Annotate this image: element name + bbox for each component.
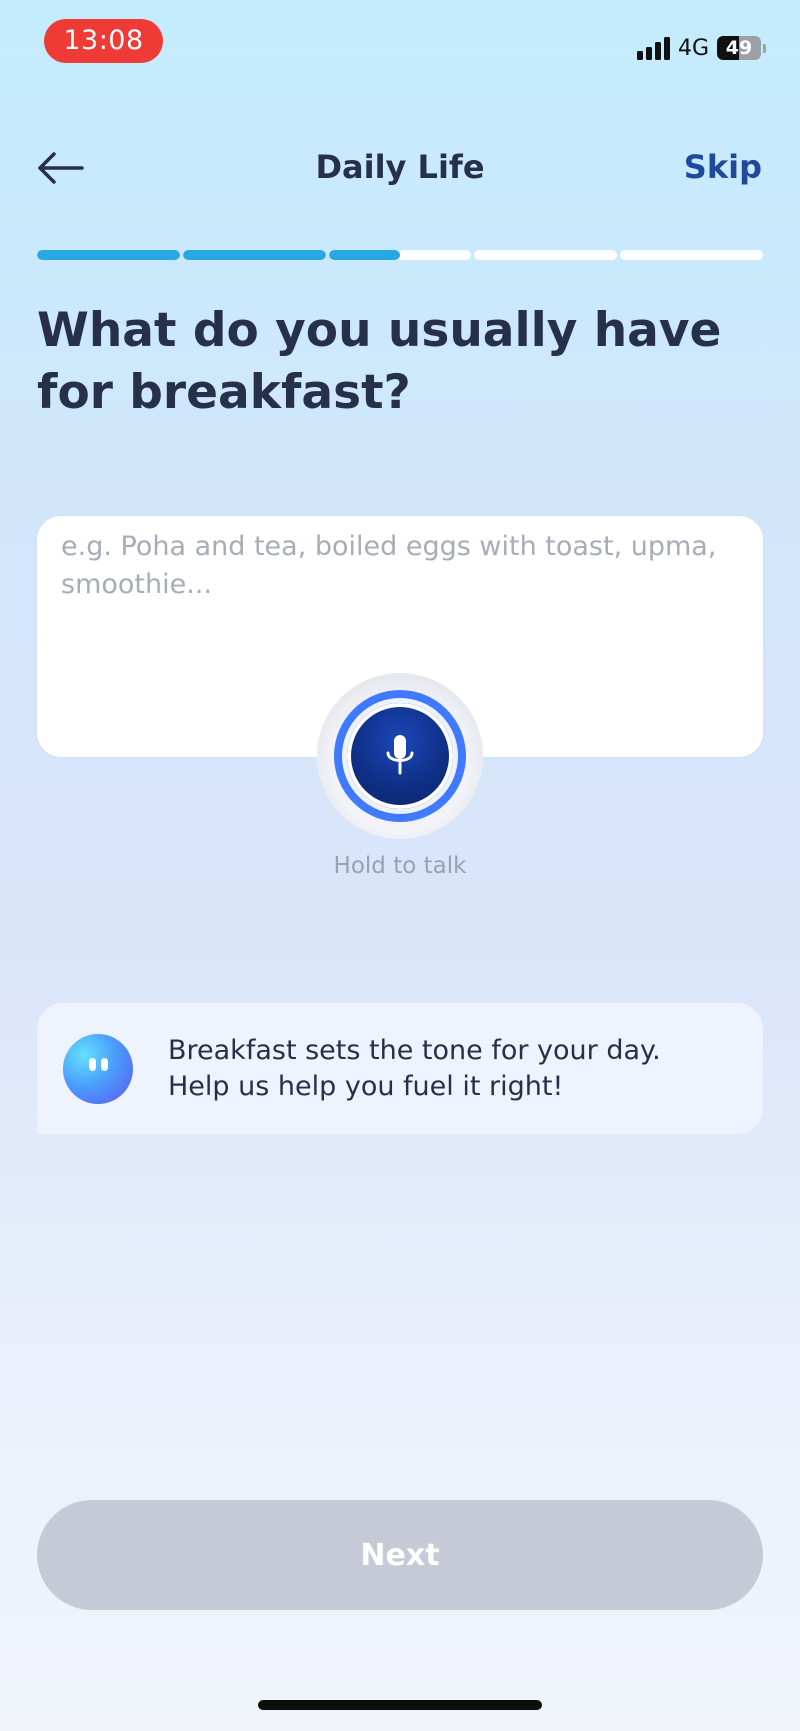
progress-segment [328,250,472,260]
tip-text: Breakfast sets the tone for your day. He… [168,1033,661,1105]
tip-line-1: Breakfast sets the tone for your day. [168,1034,661,1066]
back-button[interactable] [36,148,88,188]
progress-segment [182,250,326,260]
progress-segment-fill [328,250,400,260]
microphone-icon [386,735,414,775]
battery-icon: 49 [717,36,761,60]
answer-input[interactable] [61,528,741,638]
tip-line-2: Help us help you fuel it right! [168,1070,564,1102]
question-heading: What do you usually have for breakfast? [37,303,722,420]
battery-percent: 49 [725,37,753,59]
progress-segment-fill [37,250,180,260]
next-button[interactable]: Next [37,1500,763,1610]
mic-core [347,703,453,809]
battery-nub [763,43,766,53]
page-title: Daily Life [315,148,485,186]
home-indicator [258,1700,542,1710]
skip-button[interactable]: Skip [684,148,762,186]
avatar-eye-right [101,1057,108,1071]
arrow-left-icon [38,152,84,184]
progress-segment [37,250,180,260]
hold-to-talk-label: Hold to talk [333,853,467,879]
progress-bar [37,250,763,260]
cellular-signal-icon [636,36,670,60]
mic-ring [334,690,466,822]
network-type: 4G [677,35,709,61]
status-indicators: 4G 49 [636,34,766,62]
progress-segment [620,250,763,260]
avatar-eye-left [89,1057,96,1071]
tip-card: Breakfast sets the tone for your day. He… [37,1003,763,1134]
progress-segment [474,250,618,260]
status-time: 13:08 [44,19,163,63]
progress-segment-fill [182,250,326,260]
hold-to-talk-button[interactable] [317,673,483,839]
assistant-avatar-icon [63,1033,133,1104]
